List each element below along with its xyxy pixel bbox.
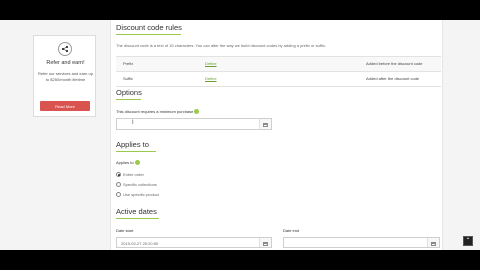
chevron-up-icon[interactable]: ⌃ (463, 236, 473, 246)
text-cursor-icon: I (132, 120, 134, 126)
applies-to-heading: Applies to (116, 140, 149, 149)
heading-underline (116, 218, 159, 219)
heading-underline (116, 151, 156, 152)
heading-underline (116, 99, 141, 100)
date-start-label: Date start (116, 228, 134, 233)
applies-to-label: Applies to (116, 160, 140, 166)
refer-title: Refer and earn! (46, 60, 85, 66)
rule-name: Prefix (123, 61, 134, 66)
option-label: Entire order (123, 172, 144, 177)
table-row: Suffix Define Added after the discount c… (116, 72, 441, 87)
option-label: Specific collections (123, 182, 157, 187)
heading-underline (116, 34, 181, 35)
define-suffix-link[interactable]: Define (205, 76, 217, 81)
rule-note: Added before the discount code (366, 61, 423, 66)
min-purchase-input[interactable]: I (116, 118, 272, 130)
min-purchase-label: This discount requires a minimum purchas… (116, 109, 200, 115)
screen: Refer and earn! Refer our services and e… (0, 20, 480, 250)
date-start-value: 2019-02-27 20:20:50 (121, 241, 159, 246)
read-more-button[interactable]: Read More (40, 101, 90, 111)
min-purchase-label-text: This discount requires a minimum purchas… (116, 109, 194, 114)
date-end-input[interactable] (283, 237, 440, 248)
date-end-label: Date end (283, 228, 300, 233)
discount-rules-table: Prefix Define Added before the discount … (116, 56, 441, 87)
active-dates-heading: Active dates (116, 207, 157, 216)
info-icon[interactable] (194, 109, 200, 115)
calendar-icon[interactable] (427, 238, 439, 247)
date-start-input[interactable]: 2019-02-27 20:20:50 (116, 237, 272, 248)
option-label: Use specific product (123, 192, 160, 197)
radio-button[interactable] (116, 172, 121, 177)
share-icon[interactable] (58, 42, 72, 56)
options-heading: Options (116, 88, 142, 97)
discount-rules-description: The discount code is a text of 15 charac… (116, 43, 327, 48)
radio-button[interactable] (116, 182, 121, 187)
calculator-icon[interactable] (259, 119, 271, 129)
table-row: Prefix Define Added before the discount … (116, 57, 441, 72)
discount-settings-panel: Discount code rules The discount code is… (110, 20, 443, 250)
info-icon[interactable] (134, 160, 140, 166)
rule-name: Suffix (123, 76, 133, 81)
discount-rules-heading: Discount code rules (116, 23, 182, 32)
rule-note: Added after the discount code (366, 76, 420, 81)
refer-card: Refer and earn! Refer our services and e… (33, 35, 96, 117)
refer-text: Refer our services and earn up to $250/m… (38, 71, 93, 82)
radio-button[interactable] (116, 192, 121, 197)
define-prefix-link[interactable]: Define (205, 61, 217, 66)
calendar-icon[interactable] (259, 238, 271, 247)
applies-to-label-text: Applies to (116, 160, 134, 165)
